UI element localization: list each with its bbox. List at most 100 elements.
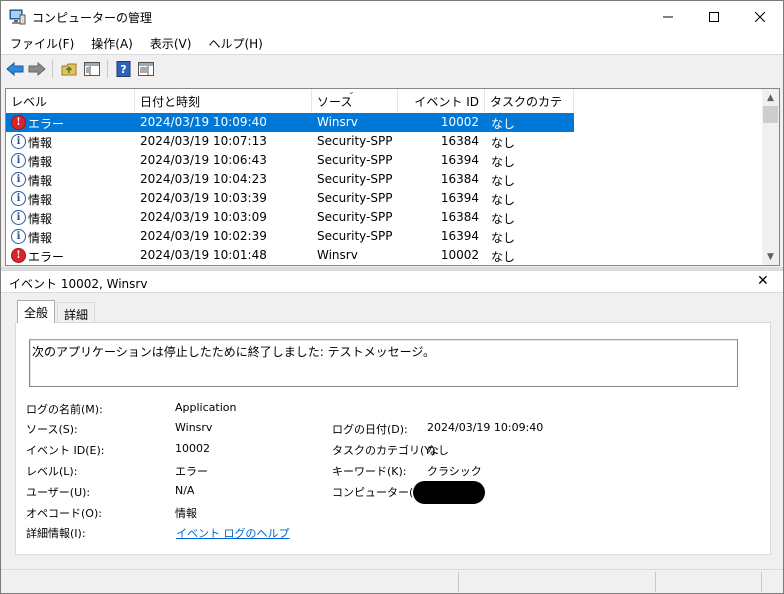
row-category: なし: [491, 136, 516, 150]
row-source: Winsrv: [317, 115, 358, 129]
status-separator: [761, 572, 762, 592]
tab-general[interactable]: 全般: [17, 300, 56, 323]
source-value: Winsrv: [175, 421, 213, 434]
row-level: 情報: [28, 155, 53, 169]
title-bar[interactable]: コンピューターの管理: [1, 1, 783, 32]
table-row[interactable]: i 情報 2024/03/19 10:03:09 Security-SPP 16…: [6, 208, 763, 227]
opcode-label: オペコード(O):: [26, 507, 102, 520]
row-selection-highlight: [6, 113, 574, 132]
row-category: なし: [491, 117, 516, 131]
folder-up-icon: [61, 63, 77, 76]
scroll-up-arrow-icon[interactable]: ▲: [762, 89, 779, 106]
window-title: コンピューターの管理: [32, 11, 153, 25]
event-log-help-link[interactable]: イベント ログのヘルプ: [176, 525, 290, 541]
tab-details[interactable]: 詳細: [57, 302, 96, 323]
forward-arrow-icon: [28, 62, 46, 76]
help-button[interactable]: ?: [113, 59, 133, 79]
event-message-box[interactable]: 次のアプリケーションは停止したために終了しました: テストメッセージ。: [29, 339, 738, 387]
table-row[interactable]: i 情報 2024/03/19 10:04:23 Security-SPP 16…: [6, 170, 763, 189]
row-level: 情報: [28, 136, 53, 150]
info-icon: i: [11, 191, 26, 206]
minimize-button[interactable]: [645, 1, 691, 32]
menu-view[interactable]: 表示(V): [150, 32, 192, 54]
back-button[interactable]: [5, 59, 25, 79]
row-date: 2024/03/19 10:09:40: [140, 115, 267, 129]
column-header-date[interactable]: 日付と時刻 ⌄: [135, 89, 355, 112]
row-category: なし: [491, 174, 516, 188]
row-category: なし: [491, 193, 516, 207]
row-source: Security-SPP: [317, 191, 393, 205]
close-button[interactable]: [737, 1, 783, 32]
table-row[interactable]: i 情報 2024/03/19 10:06:43 Security-SPP 16…: [6, 151, 763, 170]
keywords-label: キーワード(K):: [332, 465, 407, 478]
scroll-thumb[interactable]: [763, 106, 778, 123]
user-value: N/A: [175, 484, 195, 497]
toolbar-separator: [107, 60, 108, 78]
row-category: なし: [491, 231, 516, 245]
show-hide-console-tree-button[interactable]: [82, 59, 102, 79]
menu-file[interactable]: ファイル(F): [10, 32, 74, 54]
svg-text:?: ?: [120, 63, 126, 76]
event-message-text: 次のアプリケーションは停止したために終了しました: テストメッセージ。: [32, 345, 436, 359]
menu-help[interactable]: ヘルプ(H): [208, 32, 262, 54]
row-event-id: 16394: [440, 153, 479, 167]
column-header-source[interactable]: ソース: [312, 89, 398, 112]
row-level: 情報: [28, 212, 53, 226]
log-name-label: ログの名前(M):: [26, 403, 103, 416]
column-header-level[interactable]: レベル: [6, 89, 135, 112]
error-icon: !: [11, 115, 26, 130]
row-source: Security-SPP: [317, 172, 393, 186]
row-date: 2024/03/19 10:02:39: [140, 229, 267, 243]
info-icon: i: [11, 229, 26, 244]
table-row[interactable]: ! エラー 2024/03/19 10:09:40 Winsrv 10002 な…: [6, 113, 763, 132]
menu-action[interactable]: 操作(A): [91, 32, 133, 54]
row-level: 情報: [28, 231, 53, 245]
up-folder-button[interactable]: [59, 59, 79, 79]
error-icon: !: [11, 248, 26, 263]
table-row[interactable]: i 情報 2024/03/19 10:03:39 Security-SPP 16…: [6, 189, 763, 208]
row-event-id: 16384: [440, 172, 479, 186]
maximize-button[interactable]: [691, 1, 737, 32]
row-date: 2024/03/19 10:04:23: [140, 172, 267, 186]
event-list-scrollbar[interactable]: ▲ ▼: [762, 89, 779, 265]
row-event-id: 10002: [440, 115, 479, 129]
scroll-down-arrow-icon[interactable]: ▼: [762, 248, 779, 265]
row-event-id: 16394: [440, 229, 479, 243]
table-row[interactable]: i 情報 2024/03/19 10:07:13 Security-SPP 16…: [6, 132, 763, 151]
event-detail-header: イベント 10002, Winsrv ✕: [1, 271, 783, 293]
level-value: エラー: [175, 465, 208, 478]
row-date: 2024/03/19 10:07:13: [140, 134, 267, 148]
row-date: 2024/03/19 10:03:09: [140, 210, 267, 224]
event-id-label: イベント ID(E):: [26, 444, 105, 457]
task-category-value: なし: [427, 444, 449, 457]
table-row[interactable]: ! エラー 2024/03/19 10:01:48 Winsrv 10002 な…: [6, 246, 763, 265]
row-level: エラー: [28, 117, 65, 131]
logged-label: ログの日付(D):: [332, 423, 408, 436]
action-pane-icon: [138, 62, 154, 76]
column-header-date-label: 日付と時刻: [140, 95, 201, 109]
help-book-icon: ?: [116, 61, 130, 77]
row-event-id: 16384: [440, 210, 479, 224]
event-detail-pane: 詳細 次のアプリケーションは停止したために終了しました: テストメッセージ。 ロ…: [1, 293, 783, 569]
row-category: なし: [491, 250, 516, 264]
info-icon: i: [11, 134, 26, 149]
row-event-id: 10002: [440, 248, 479, 262]
status-separator: [655, 572, 656, 592]
toolbar: ?: [1, 54, 783, 82]
row-source: Security-SPP: [317, 153, 393, 167]
redacted-computer-name: [413, 481, 485, 504]
info-icon: i: [11, 172, 26, 187]
close-detail-icon[interactable]: ✕: [757, 273, 769, 289]
row-level: 情報: [28, 193, 53, 207]
computer-management-icon: [9, 8, 26, 25]
forward-button[interactable]: [27, 59, 47, 79]
row-category: なし: [491, 155, 516, 169]
logged-value: 2024/03/19 10:09:40: [427, 421, 544, 434]
back-arrow-icon: [6, 62, 24, 76]
computer-management-window: コンピューターの管理 ファイル(F) 操作(A) 表示(V) ヘルプ(H) ? …: [0, 0, 784, 594]
column-header-event-id[interactable]: イベント ID: [398, 89, 485, 112]
column-header-category[interactable]: タスクのカテゴリ: [485, 89, 574, 126]
show-hide-action-pane-button[interactable]: [136, 59, 156, 79]
row-event-id: 16394: [440, 191, 479, 205]
table-row[interactable]: i 情報 2024/03/19 10:02:39 Security-SPP 16…: [6, 227, 763, 246]
